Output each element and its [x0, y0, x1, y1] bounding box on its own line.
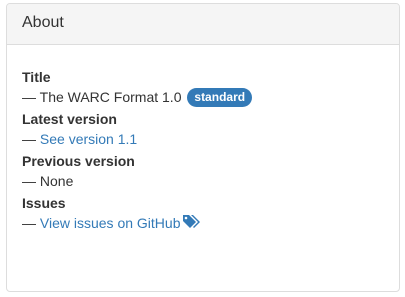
panel-heading: About [7, 4, 399, 45]
panel-title: About [22, 14, 64, 31]
title-value-row: — The WARC Format 1.0 standard [22, 87, 384, 107]
latest-version-row: — See version 1.1 [22, 129, 384, 149]
issues-link-label: View issues on GitHub [39, 215, 181, 231]
latest-version-link[interactable]: See version 1.1 [40, 131, 137, 147]
panel-body: Title — The WARC Format 1.0 standard Lat… [7, 45, 399, 233]
issues-row: — View issues on GitHub [22, 213, 384, 233]
about-panel: About Title — The WARC Format 1.0 standa… [6, 3, 400, 292]
dash: — [22, 215, 36, 231]
dash: — [22, 89, 36, 105]
tags-icon [182, 214, 202, 230]
previous-version-value: None [39, 173, 74, 189]
issues-label: Issues [22, 195, 66, 211]
issues-link[interactable]: View issues on GitHub [40, 215, 203, 231]
dash: — [22, 173, 36, 189]
previous-version-row: — None [22, 171, 384, 191]
status-badge: standard [187, 88, 253, 107]
dash: — [22, 131, 36, 147]
title-label: Title [22, 69, 51, 85]
title-value: The WARC Format 1.0 [39, 89, 182, 105]
latest-version-label: Latest version [22, 111, 117, 127]
previous-version-label: Previous version [22, 153, 135, 169]
